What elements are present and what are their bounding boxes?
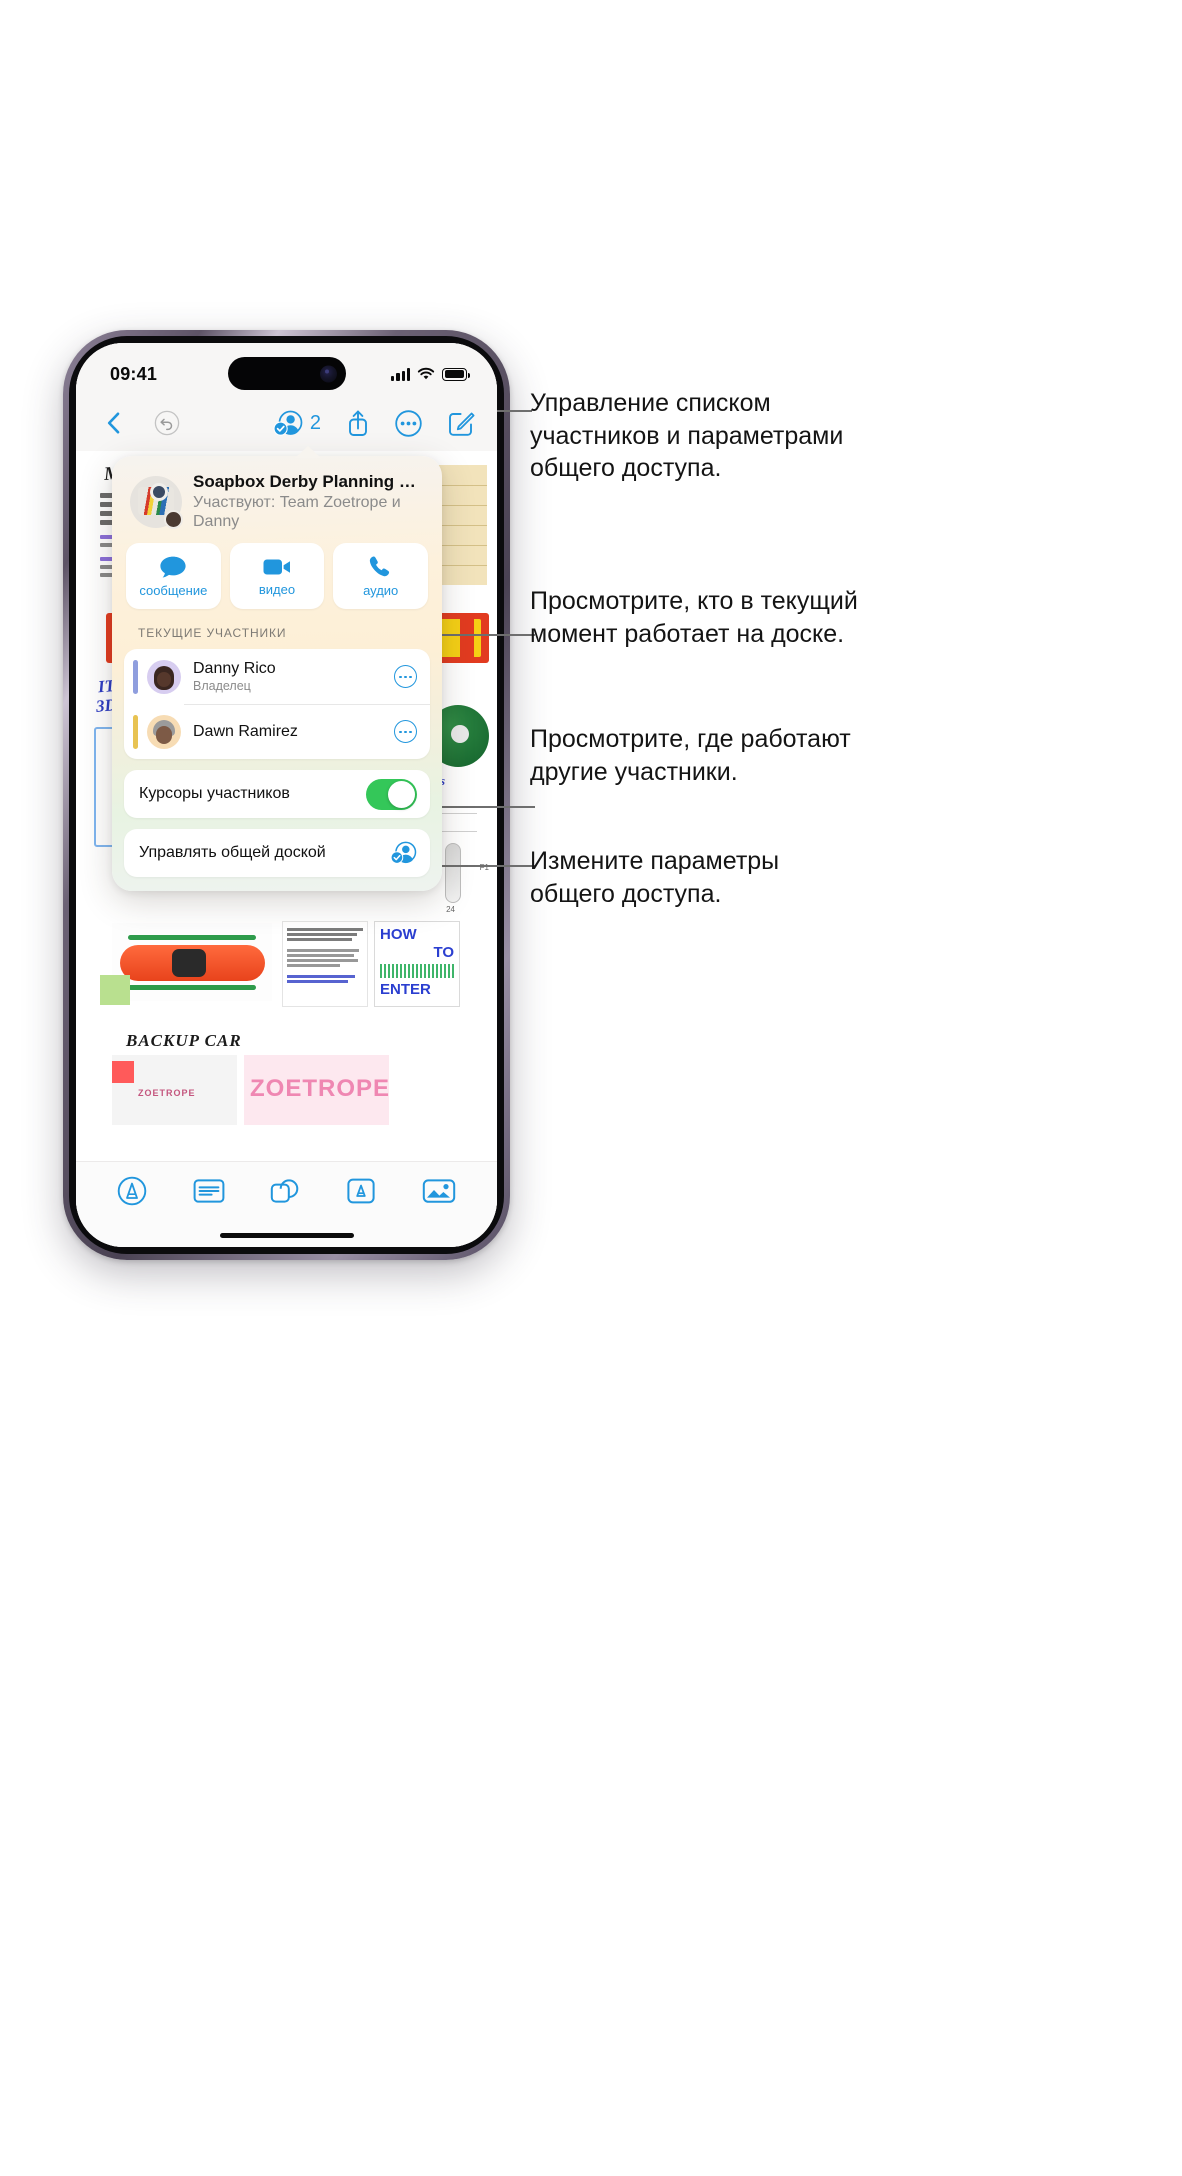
participant-cursors-row[interactable]: Курсоры участников xyxy=(124,770,430,819)
collaboration-person-check-icon xyxy=(273,410,303,436)
participant-row-danny[interactable]: Danny Rico Владелец xyxy=(124,649,430,704)
participant-role: Владелец xyxy=(193,679,251,694)
callout-sharing-options: Измените параметры общего доступа. xyxy=(530,847,780,908)
callout-current-participants: Просмотрите, кто в текущий момент работа… xyxy=(530,587,858,648)
participant-more-button[interactable] xyxy=(394,665,417,689)
share-icon xyxy=(349,410,367,436)
battery-icon xyxy=(442,367,470,381)
divider xyxy=(184,704,430,706)
bottom-item-pen[interactable] xyxy=(117,1176,147,1211)
participant-more-button[interactable] xyxy=(394,720,417,744)
bottom-item-sticky-note[interactable] xyxy=(193,1178,225,1209)
share-button[interactable] xyxy=(347,409,369,437)
cursor-color-indicator xyxy=(133,714,138,749)
current-participants-heading: ТЕКУЩИЕ УЧАСТНИКИ xyxy=(138,626,287,641)
popover-title: Soapbox Derby Planning De... xyxy=(193,472,424,491)
collaborator-count: 2 xyxy=(309,411,321,434)
enter-label: ENTER xyxy=(380,981,431,998)
cellular-bars-icon xyxy=(391,367,410,381)
bottom-item-text-box[interactable] xyxy=(346,1177,376,1210)
manage-shared-board-label: Управлять общей доской xyxy=(139,844,326,862)
board-wheel-hub xyxy=(451,725,469,743)
quick-actions-row: сообщение видео аудио xyxy=(124,541,430,610)
leader-line-sharing-options xyxy=(430,865,535,867)
dynamic-island xyxy=(227,357,346,390)
board-how-to-enter-card: HOW TO ENTER xyxy=(374,921,460,1007)
message-action-button[interactable]: сообщение xyxy=(126,543,221,610)
text-box-icon xyxy=(347,1178,375,1204)
home-indicator xyxy=(219,1233,354,1238)
pen-circle-icon xyxy=(117,1176,147,1206)
pink-car-text-2: ZOETROPE xyxy=(250,1075,389,1102)
message-bubble-icon xyxy=(160,556,186,578)
board-green-sticky xyxy=(100,975,130,1005)
chevron-left-icon xyxy=(107,412,119,434)
collaboration-person-check-icon xyxy=(390,841,417,865)
how-label: HOW xyxy=(380,926,417,943)
board-backup-car-label: BACKUP CAR xyxy=(126,1031,242,1050)
front-camera-icon xyxy=(319,365,337,382)
audio-action-label: аудио xyxy=(363,582,399,598)
compose-icon xyxy=(449,412,475,436)
board-red-car-axle-top xyxy=(128,935,256,940)
app-toolbar: 2 xyxy=(76,395,497,451)
participants-list: Danny Rico Владелец Dawn Ramirez xyxy=(124,649,430,760)
video-action-label: видео xyxy=(258,581,296,597)
participant-name-block: Dawn Ramirez xyxy=(193,723,394,741)
audio-action-button[interactable]: аудио xyxy=(333,543,429,610)
undo-button[interactable] xyxy=(154,410,180,436)
back-button[interactable] xyxy=(98,412,128,434)
board-pink-car-photo-2: ZOETROPE xyxy=(244,1055,389,1125)
board-red-car-axle-bottom xyxy=(128,985,256,990)
popover-header: Soapbox Derby Planning De... Участвуют: … xyxy=(124,470,430,541)
avatar xyxy=(147,659,181,694)
avatar xyxy=(147,714,181,749)
iphone-device: MA xyxy=(63,330,510,1260)
message-action-label: сообщение xyxy=(139,582,208,598)
participant-name: Danny Rico xyxy=(193,659,276,677)
to-label: TO xyxy=(433,944,454,961)
manage-shared-board-row[interactable]: Управлять общей доской xyxy=(124,829,430,878)
board-thumbnail-avatar xyxy=(130,475,183,529)
bottom-item-shapes[interactable] xyxy=(270,1177,300,1210)
bottom-item-media[interactable] xyxy=(422,1177,456,1210)
board-pink-car-photo-1: ZOETROPE xyxy=(112,1055,237,1125)
video-action-button[interactable]: видео xyxy=(229,543,325,610)
shapes-icon xyxy=(271,1179,299,1203)
board-red-car-cockpit xyxy=(172,949,206,977)
participant-row-dawn[interactable]: Dawn Ramirez xyxy=(124,704,430,759)
callout-participant-cursors: Просмотрите, где работают другие участни… xyxy=(530,725,851,786)
cursor-color-indicator xyxy=(133,659,138,694)
more-options-button[interactable] xyxy=(395,409,422,437)
compose-button[interactable] xyxy=(448,410,475,437)
board-measure-label-2: 24 xyxy=(446,905,455,914)
participant-cursors-toggle[interactable] xyxy=(366,778,417,810)
sticky-note-icon xyxy=(193,1179,225,1203)
video-camera-icon xyxy=(263,559,290,575)
collaboration-button[interactable]: 2 xyxy=(273,410,321,437)
callout-manage-participants: Управление списком участников и параметр… xyxy=(530,389,844,482)
popover-subtitle: Участвуют: Team Zoetrope и Danny xyxy=(193,494,401,531)
board-text-document-card xyxy=(282,921,368,1007)
board-measure-ruler xyxy=(445,843,461,903)
participant-name: Dawn Ramirez xyxy=(193,722,298,740)
participant-cursors-label: Курсоры участников xyxy=(139,785,290,803)
wifi-icon xyxy=(417,367,435,380)
ellipsis-circle-icon xyxy=(395,409,422,437)
phone-screen: MA xyxy=(76,343,497,1247)
phone-handset-icon xyxy=(369,556,389,577)
collaboration-popover: Soapbox Derby Planning De... Участвуют: … xyxy=(112,456,442,892)
undo-icon xyxy=(154,410,180,436)
pink-car-text-1: ZOETROPE xyxy=(138,1088,196,1098)
status-time: 09:41 xyxy=(110,363,158,384)
participant-name-block: Danny Rico Владелец xyxy=(193,660,394,694)
media-photo-icon xyxy=(422,1179,456,1203)
